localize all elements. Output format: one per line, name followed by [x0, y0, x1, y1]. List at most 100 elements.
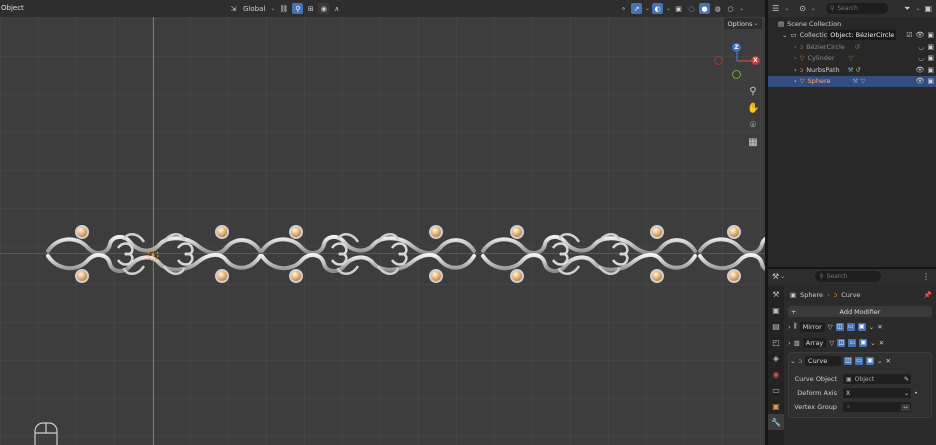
- render-toggle-icon[interactable]: ▣: [857, 322, 866, 331]
- pin-icon[interactable]: 📌: [924, 291, 932, 299]
- new-collection-icon[interactable]: ▣: [924, 4, 932, 13]
- expand-arrow-icon[interactable]: ›: [788, 339, 791, 347]
- breadcrumb: ▣ Sphere › ↄ Curve 📌: [790, 289, 936, 300]
- expand-arrow-icon[interactable]: ⌄: [782, 31, 787, 39]
- modifier-curve[interactable]: ⌄ ↄ Curve ◫ ▭ ▣ ⌄ ✕: [790, 354, 931, 367]
- curve-object-field[interactable]: ▣ Object ✎: [843, 374, 911, 384]
- material-shading-icon[interactable]: ◍: [712, 3, 723, 14]
- eye-closed-icon[interactable]: ◡: [918, 43, 924, 51]
- keyframe-dot-icon[interactable]: •: [914, 389, 918, 397]
- modifier-name-field[interactable]: Array: [802, 337, 827, 348]
- overlay-toggle-icon[interactable]: ◐: [652, 3, 664, 14]
- invert-toggle-icon[interactable]: ↔: [900, 403, 910, 411]
- scene-collection-row[interactable]: ▤ Scene Collection: [768, 18, 936, 30]
- tab-object-icon[interactable]: ▣: [768, 398, 784, 414]
- gizmo-toggle-icon[interactable]: ↗: [631, 3, 642, 14]
- proportional-edit-icon[interactable]: ◉: [318, 3, 330, 14]
- deform-axis-dropdown[interactable]: X ⌄: [843, 388, 911, 398]
- close-icon[interactable]: ✕: [877, 323, 882, 331]
- eye-closed-icon[interactable]: ◡: [918, 54, 924, 62]
- chevron-down-icon[interactable]: ⌄: [870, 339, 875, 347]
- add-modifier-button[interactable]: + Add Modifier: [788, 306, 932, 317]
- on-cage-toggle-icon[interactable]: ◫: [835, 322, 844, 331]
- outliner-item-cylinder[interactable]: › ▽ Cylinder ▽ ◡ ▣: [768, 53, 936, 65]
- modifier-mirror[interactable]: › ⫼ Mirror ▽ ◫ ▭ ▣ ⌄ ✕: [788, 320, 932, 333]
- eyedropper-icon[interactable]: ✎: [904, 376, 909, 383]
- on-cage-toggle-icon[interactable]: ◫: [844, 356, 853, 365]
- collection-row[interactable]: ⌄ ▭ Collectic Object: BézierCircle ☑ 👁 ▣: [768, 30, 936, 42]
- modifier-name-field[interactable]: Mirror: [799, 321, 825, 332]
- edit-mode-toggle-icon[interactable]: ▽: [829, 339, 834, 347]
- object-mode-label[interactable]: Object: [1, 4, 24, 12]
- camera-icon[interactable]: ▣: [927, 77, 934, 85]
- eye-icon[interactable]: 👁: [915, 31, 924, 39]
- ornament-mesh[interactable]: [0, 0, 765, 445]
- vertex-group-field[interactable]: ⁘ ↔: [843, 402, 911, 412]
- on-cage-toggle-icon[interactable]: ◫: [837, 338, 846, 347]
- camera-view-icon[interactable]: ⌾: [747, 120, 759, 132]
- close-icon[interactable]: ✕: [885, 357, 890, 365]
- outliner-item-nurbspath[interactable]: › ↄ NurbsPath ⚒ ↺ 👁 ▣: [768, 64, 936, 76]
- chevron-down-icon[interactable]: ⌄: [869, 323, 874, 331]
- properties-search-input[interactable]: ⚲ Search: [815, 271, 882, 282]
- render-toggle-icon[interactable]: ▣: [859, 338, 868, 347]
- render-toggle-icon[interactable]: ▣: [866, 356, 875, 365]
- tab-output-icon[interactable]: ▤: [768, 318, 784, 334]
- edit-mode-toggle-icon[interactable]: ▽: [828, 323, 833, 331]
- gizmo-x-axis[interactable]: X: [751, 56, 760, 65]
- close-icon[interactable]: ✕: [879, 339, 884, 347]
- viewport-toggle-icon[interactable]: ▭: [846, 322, 855, 331]
- wireframe-shading-icon[interactable]: ◌: [686, 3, 697, 14]
- tab-collection-icon[interactable]: ▭: [768, 382, 784, 398]
- tab-view-layer-icon[interactable]: ◰: [768, 334, 784, 350]
- eye-icon[interactable]: 👁: [915, 77, 924, 85]
- xray-icon[interactable]: ▣: [673, 3, 684, 14]
- tab-scene-icon[interactable]: ◈: [768, 350, 784, 366]
- eye-icon[interactable]: 👁: [915, 66, 924, 74]
- snap-icon[interactable]: ⚲: [292, 3, 304, 14]
- gizmo-z-axis[interactable]: Z: [732, 43, 741, 52]
- expand-arrow-icon[interactable]: ›: [788, 323, 791, 331]
- expand-arrow-icon[interactable]: ›: [794, 66, 797, 74]
- outliner-item-beziercircle[interactable]: › ↄ BézierCircle ↺ ◡ ▣: [768, 41, 936, 53]
- gizmo-y-axis[interactable]: [732, 70, 741, 79]
- camera-icon[interactable]: ▣: [927, 31, 934, 39]
- expand-arrow-icon[interactable]: ›: [794, 43, 797, 51]
- checkbox-icon[interactable]: ☑: [906, 31, 912, 39]
- pivot-icon[interactable]: ⛓: [277, 3, 290, 14]
- tab-world-icon[interactable]: ◉: [768, 366, 784, 382]
- editor-type-icon[interactable]: ☰: [772, 4, 779, 13]
- editor-type-icon[interactable]: ⚒: [772, 272, 779, 281]
- viewport-toggle-icon[interactable]: ▭: [848, 338, 857, 347]
- expand-arrow-icon[interactable]: ›: [794, 77, 797, 85]
- expand-arrow-icon[interactable]: ›: [794, 54, 797, 62]
- pan-hand-icon[interactable]: ✋: [747, 103, 759, 115]
- options-dropdown[interactable]: Options ⌄: [724, 18, 762, 29]
- options-menu-icon[interactable]: ⋮: [922, 272, 930, 281]
- 3d-viewport[interactable]: Object ⇲ Global ⌄ ⛓ ⚲ ⊞ ◉ ∧ ⚬ ↗ ⌄ ◐ ⌄ ▣ …: [0, 0, 765, 445]
- tab-tool-icon[interactable]: ⚒: [768, 286, 784, 302]
- chevron-down-icon[interactable]: ⌄: [877, 357, 882, 365]
- display-mode-icon[interactable]: ⊙: [799, 4, 806, 13]
- camera-icon[interactable]: ▣: [927, 66, 934, 74]
- tab-modifiers-icon[interactable]: 🔧: [768, 414, 784, 430]
- camera-icon[interactable]: ▣: [927, 54, 934, 62]
- collapse-arrow-icon[interactable]: ⌄: [790, 357, 795, 365]
- perspective-grid-icon[interactable]: ▦: [747, 137, 759, 149]
- falloff-icon[interactable]: ∧: [331, 3, 342, 14]
- visibility-icon[interactable]: ⚬: [618, 3, 629, 14]
- modifier-array[interactable]: › ▥ Array ▽ ◫ ▭ ▣ ⌄ ✕: [788, 336, 932, 349]
- rendered-shading-icon[interactable]: ○: [725, 3, 736, 14]
- gizmo-neg-x-axis[interactable]: [714, 56, 723, 65]
- zoom-icon[interactable]: ⚲: [747, 86, 759, 98]
- modifier-name-field[interactable]: Curve: [805, 355, 842, 366]
- orientation-dropdown[interactable]: Global: [241, 3, 267, 14]
- solid-shading-icon[interactable]: ●: [699, 3, 711, 14]
- camera-icon[interactable]: ▣: [927, 43, 934, 51]
- tab-render-icon[interactable]: ▣: [768, 302, 784, 318]
- filter-icon[interactable]: ⏷: [904, 4, 910, 14]
- outliner-item-sphere[interactable]: › ▽ Sphere ⚒ ▽ 👁 ▣: [768, 75, 936, 87]
- outliner-search-input[interactable]: ⚲ Search: [825, 3, 888, 14]
- viewport-toggle-icon[interactable]: ▭: [855, 356, 864, 365]
- snap-target-icon[interactable]: ⊞: [305, 3, 316, 14]
